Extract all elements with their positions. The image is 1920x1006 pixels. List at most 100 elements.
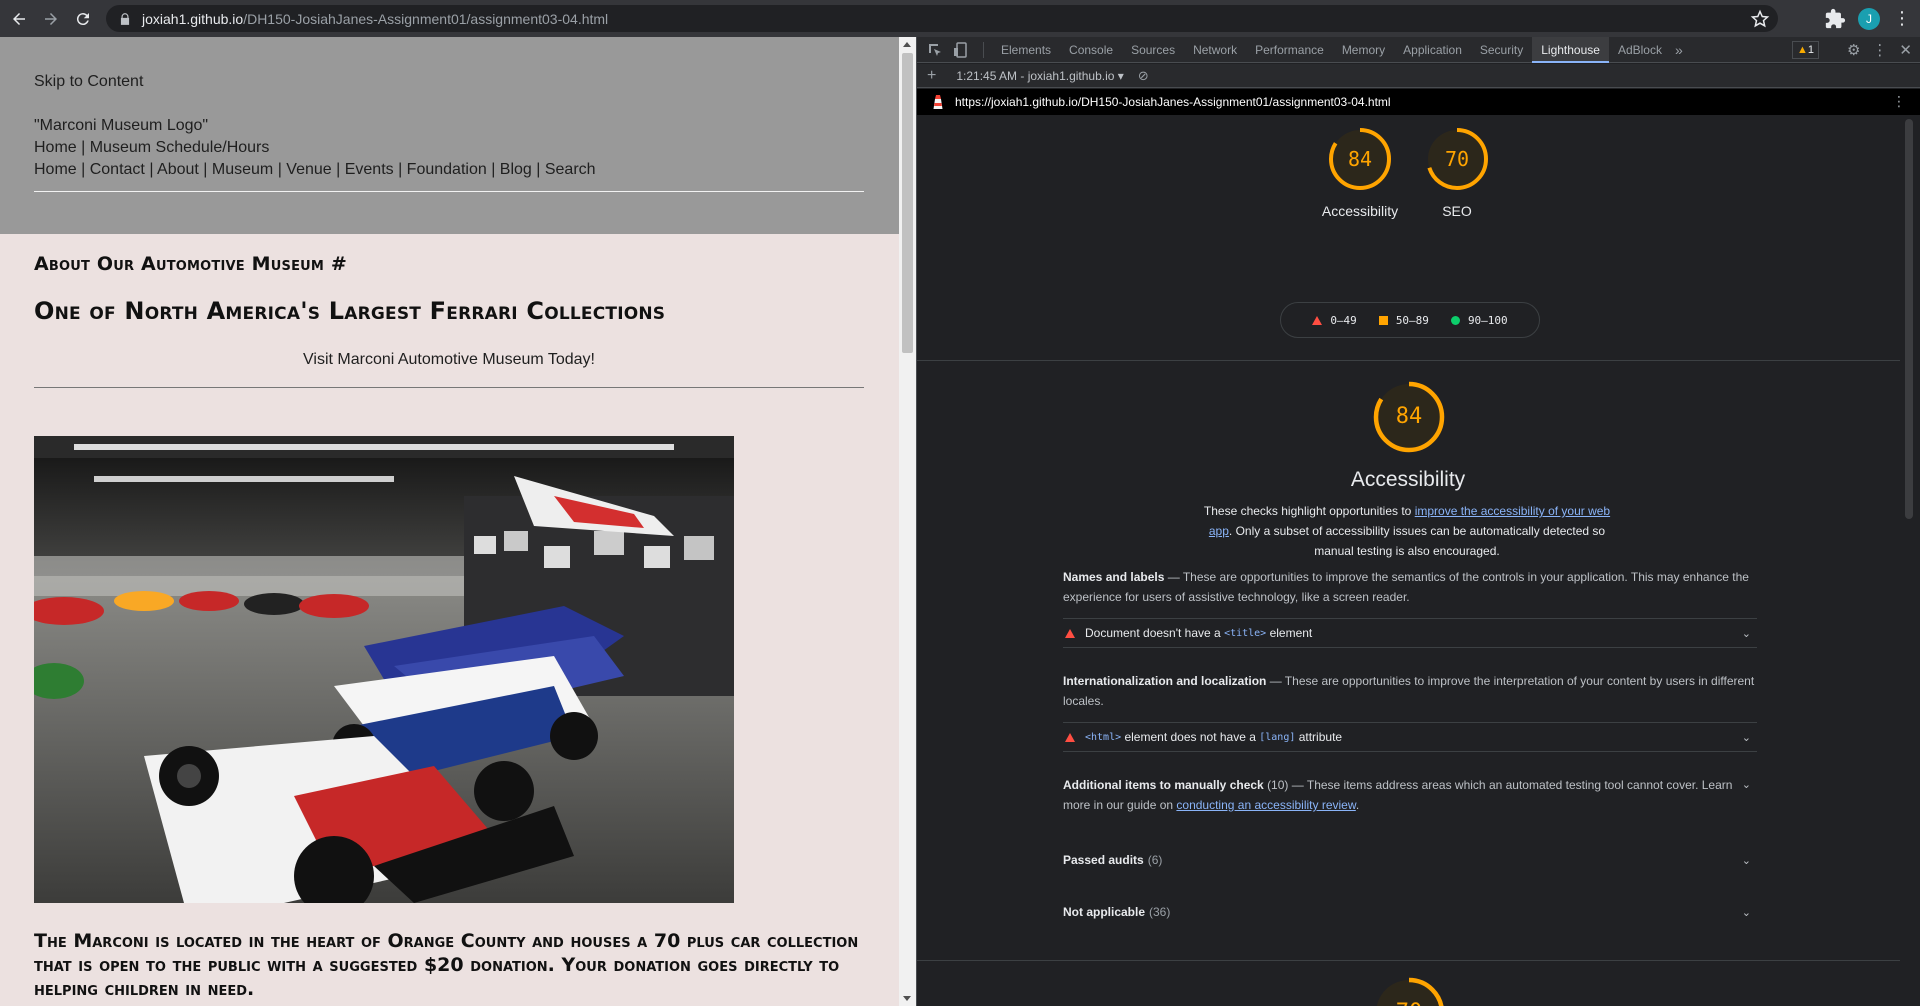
nav-line-1[interactable]: Home | Museum Schedule/Hours [34, 139, 269, 157]
section-divider [917, 360, 1900, 361]
tab-network[interactable]: Network [1184, 37, 1246, 63]
group-manual-count: (10) [1267, 778, 1289, 792]
warnings-badge[interactable]: ▲1 [1791, 41, 1819, 59]
gauge-seo-score: 70 [1444, 147, 1470, 171]
chevron-down-icon[interactable]: ⌄ [1742, 906, 1751, 919]
web-page: Skip to Content "Marconi Museum Logo" Ho… [0, 37, 899, 1006]
address-bar[interactable]: joxiah1.github.io/DH150-JosiahJanes-Assi… [106, 5, 1778, 32]
fail-triangle-icon [1065, 732, 1075, 742]
tab-security[interactable]: Security [1471, 37, 1532, 63]
chevron-down-icon[interactable]: ⌄ [1742, 731, 1751, 744]
legend-fail-label: 0–49 [1330, 313, 1357, 327]
new-report-icon[interactable]: + [927, 67, 936, 85]
content-divider [34, 387, 864, 388]
chevron-down-icon[interactable]: ⌄ [1742, 627, 1751, 640]
group-intl-title: Internationalization and localization [1063, 674, 1267, 688]
settings-gear-icon[interactable]: ⚙ [1847, 41, 1860, 59]
tab-memory[interactable]: Memory [1333, 37, 1394, 63]
scroll-down-arrow[interactable] [903, 996, 911, 1001]
group-not-applicable[interactable]: Not applicable (36) ⌄ [1063, 902, 1757, 922]
tab-sources[interactable]: Sources [1122, 37, 1184, 63]
report-selector-label: 1:21:45 AM - joxiah1.github.io [956, 68, 1115, 83]
site-header: Skip to Content "Marconi Museum Logo" Ho… [0, 37, 899, 234]
audit-document-title[interactable]: Document doesn't have a <title> element … [1063, 618, 1757, 648]
forward-icon[interactable] [38, 6, 64, 32]
tab-adblock[interactable]: AdBlock [1609, 37, 1671, 63]
legend-average-label: 50–89 [1395, 313, 1429, 327]
category-gauge-seo: 70 [1373, 977, 1445, 1006]
not-applicable-count: (36) [1149, 905, 1171, 919]
browser-toolbar: joxiah1.github.io/DH150-JosiahJanes-Assi… [0, 0, 1920, 37]
profile-avatar[interactable]: J [1858, 7, 1880, 30]
clear-reports-icon[interactable]: ⊘ [1138, 68, 1149, 84]
tab-separator [983, 41, 984, 58]
lighthouse-url: https://joxiah1.github.io/DH150-JosiahJa… [955, 95, 1391, 109]
legend-pass: 90–100 [1450, 313, 1508, 327]
audit-lang-after: attribute [1298, 730, 1343, 744]
group-passed-audits[interactable]: Passed audits (6) ⌄ [1063, 850, 1757, 870]
audit-lang-code: <html> [1085, 731, 1122, 743]
category-score: 84 [1395, 404, 1423, 429]
nav-line-2[interactable]: Home | Contact | About | Museum | Venue … [34, 161, 596, 179]
page-scroll-thumb[interactable] [902, 53, 913, 353]
lock-icon [120, 12, 130, 25]
reload-icon[interactable] [70, 6, 96, 32]
passed-audits-count: (6) [1147, 853, 1163, 867]
not-applicable-label: Not applicable [1063, 905, 1146, 919]
audit-lang-mid: element does not have a [1124, 730, 1256, 744]
chevron-down-icon[interactable]: ⌄ [1742, 775, 1751, 795]
inspect-element-icon[interactable] [927, 42, 943, 58]
tab-lighthouse[interactable]: Lighthouse [1532, 36, 1609, 63]
audit-lang-code2: [lang] [1259, 731, 1296, 743]
tab-console[interactable]: Console [1060, 37, 1122, 63]
warning-icon: ▲ [1796, 44, 1808, 56]
group-names-labels: Names and labels — These are opportuniti… [1063, 567, 1757, 607]
lighthouse-toolbar: + 1:21:45 AM - joxiah1.github.io ▾ ⊘ [917, 64, 1920, 88]
report-scroll-thumb[interactable] [1905, 119, 1913, 519]
report-selector[interactable]: 1:21:45 AM - joxiah1.github.io ▾ [956, 69, 1123, 83]
chrome-menu-icon[interactable]: ⋮ [1892, 8, 1912, 29]
category-description: These checks highlight opportunities to … [1197, 501, 1617, 561]
fail-triangle-icon [1065, 628, 1075, 638]
skip-to-content-link[interactable]: Skip to Content [34, 73, 143, 91]
gauge-seo[interactable]: 70 SEO [1425, 127, 1489, 219]
close-devtools-icon[interactable]: ✕ [1899, 41, 1912, 59]
heading-about: About Our Automotive Museum # [34, 253, 347, 275]
average-square-icon [1378, 315, 1388, 325]
device-toolbar-icon[interactable] [953, 41, 969, 58]
logo-alt-text: "Marconi Museum Logo" [34, 117, 209, 134]
page-scrollbar[interactable] [899, 37, 916, 1006]
devtools-panel: Elements Console Sources Network Perform… [917, 36, 1920, 1006]
heading-collection: One of North America's Largest Ferrari C… [34, 297, 666, 325]
gauge-seo-label: SEO [1442, 203, 1472, 219]
report-scrollbar[interactable] [1903, 115, 1917, 1006]
museum-description: The Marconi is located in the heart of O… [34, 930, 859, 1000]
seo-category-score: 70 [1373, 977, 1445, 1006]
audit-html-lang[interactable]: <html> element does not have a [lang] at… [1063, 722, 1757, 752]
bookmark-star-icon[interactable] [1750, 9, 1770, 29]
accessibility-review-link[interactable]: conducting an accessibility review [1176, 798, 1355, 812]
group-manual-checks[interactable]: Additional items to manually check (10) … [1063, 775, 1757, 815]
extensions-puzzle-icon[interactable] [1824, 8, 1846, 30]
back-icon[interactable] [6, 6, 32, 32]
passed-audits-label: Passed audits [1063, 853, 1144, 867]
more-tabs-icon[interactable]: » [1675, 42, 1683, 58]
group-names-title: Names and labels [1063, 570, 1165, 584]
scroll-up-arrow[interactable] [903, 42, 911, 47]
tab-application[interactable]: Application [1394, 37, 1471, 63]
legend-fail: 0–49 [1312, 314, 1357, 327]
tab-elements[interactable]: Elements [992, 37, 1060, 63]
group-manual-title: Additional items to manually check [1063, 778, 1264, 792]
report-menu-icon[interactable]: ⋮ [1892, 93, 1906, 110]
devtools-menu-icon[interactable]: ⋮ [1872, 41, 1887, 59]
tab-performance[interactable]: Performance [1246, 37, 1333, 63]
lighthouse-report: 84 Accessibility 70 SEO 0–49 50–89 90–10… [917, 115, 1900, 1006]
category-title: Accessibility [1350, 468, 1466, 491]
header-divider [34, 191, 864, 192]
group-manual-end: . [1355, 798, 1360, 812]
legend-pass-label: 90–100 [1467, 313, 1508, 327]
gauge-accessibility[interactable]: 84 Accessibility [1322, 127, 1398, 219]
chevron-down-icon[interactable]: ⌄ [1742, 854, 1751, 867]
score-scale-legend: 0–49 50–89 90–100 [1280, 302, 1540, 338]
museum-hero-image [34, 436, 734, 903]
